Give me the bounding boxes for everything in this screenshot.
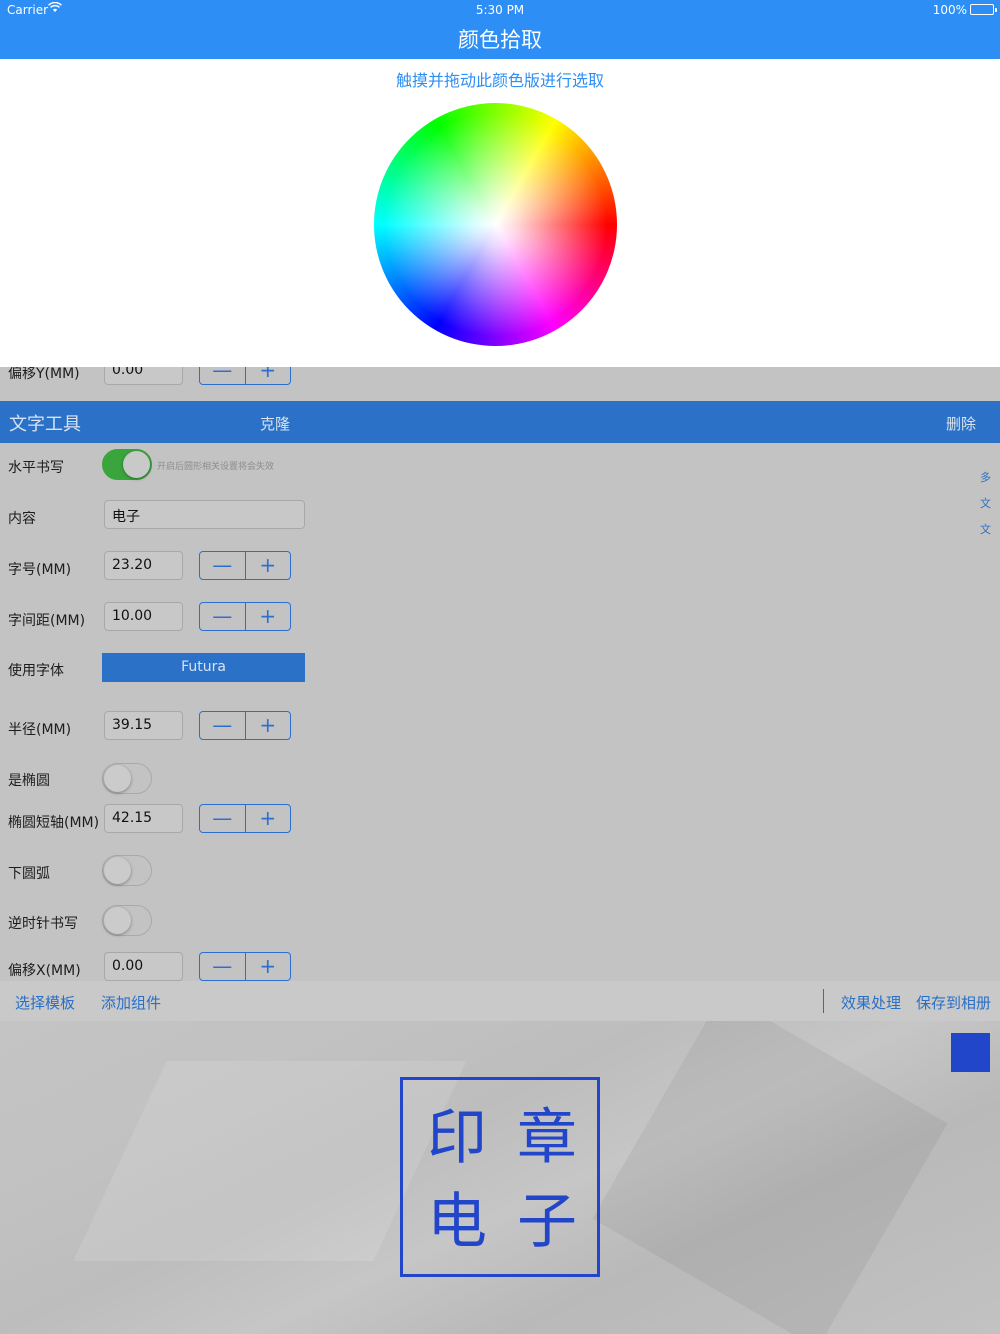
spacing-label: 字间距(MM) [8,613,86,629]
add-component-button[interactable]: 添加组件 [101,992,161,1013]
side-index-item[interactable]: 文 [980,521,991,537]
plus-button[interactable]: + [246,712,291,739]
bottom-toolbar: 选择模板 添加组件 效果处理 保存到相册 [0,981,1000,1021]
stamp-char: 章 [517,1103,577,1173]
font-size-stepper[interactable]: — + [199,551,291,580]
minus-button[interactable]: — [200,953,246,980]
lower-arc-toggle[interactable] [102,855,152,886]
short-axis-stepper[interactable]: — + [199,804,291,833]
stamp-char: 子 [517,1187,577,1257]
spacing-field[interactable]: 10.00 [104,602,183,631]
font-label: 使用字体 [8,663,64,679]
plus-button[interactable]: + [246,805,291,832]
font-select-button[interactable]: Futura [102,653,305,682]
text-tool-header: 文字工具 克隆 删除 [0,401,1000,443]
lower-arc-label: 下圆弧 [8,866,50,882]
plus-button[interactable]: + [246,603,291,630]
offset-x-field[interactable]: 0.00 [104,952,183,981]
status-time: 5:30 PM [475,3,525,17]
clone-button[interactable]: 克隆 [260,413,290,434]
minus-button[interactable]: — [200,712,246,739]
plus-button[interactable]: + [246,552,291,579]
ccw-toggle[interactable] [102,905,152,936]
content-label: 内容 [8,511,36,527]
stamp-preview[interactable]: 印 章 电 子 [400,1077,600,1277]
offset-x-label: 偏移X(MM) [8,963,81,979]
plus-button[interactable]: + [246,953,291,980]
current-color-swatch[interactable] [951,1033,990,1072]
horizontal-hint: 开启后圆形相关设置将会失效 [157,462,275,472]
battery-icon [970,4,997,15]
minus-button[interactable]: — [200,805,246,832]
choose-template-button[interactable]: 选择模板 [15,992,75,1013]
font-size-label: 字号(MM) [8,562,72,578]
color-wheel[interactable] [374,103,617,346]
side-index-item[interactable]: 文 [980,495,991,511]
offset-x-stepper[interactable]: — + [199,952,291,981]
save-album-button[interactable]: 保存到相册 [916,992,991,1013]
horizontal-toggle[interactable] [102,449,152,480]
ccw-label: 逆时针书写 [8,916,78,932]
stamp-char: 印 [427,1103,487,1173]
stamp-preview-area: 印 章 电 子 [0,1021,1000,1334]
radius-label: 半径(MM) [8,722,72,738]
radius-stepper[interactable]: — + [199,711,291,740]
picker-hint: 触摸并拖动此颜色版进行选取 [395,71,604,90]
navigation-bar: Carrier 5:30 PM 100% 颜色拾取 [0,0,1000,59]
content-field[interactable]: 电子 [104,500,305,529]
stamp-char: 电 [427,1187,487,1257]
short-axis-label: 椭圆短轴(MM) [8,815,100,831]
page-title: 颜色拾取 [458,28,542,52]
toolbar-divider [823,989,824,1013]
short-axis-field[interactable]: 42.15 [104,804,183,833]
effects-button[interactable]: 效果处理 [841,992,901,1013]
delete-button[interactable]: 删除 [946,413,976,434]
color-picker-panel: 触摸并拖动此颜色版进行选取 [0,59,1000,367]
spacing-stepper[interactable]: — + [199,602,291,631]
status-bar: Carrier 5:30 PM 100% [0,0,1000,20]
minus-button[interactable]: — [200,603,246,630]
battery-percent: 100% [932,3,967,17]
font-size-field[interactable]: 23.20 [104,551,183,580]
section-title: 文字工具 [9,414,81,435]
horizontal-label: 水平书写 [8,460,64,476]
minus-button[interactable]: — [200,552,246,579]
ellipse-label: 是椭圆 [8,773,50,789]
ellipse-toggle[interactable] [102,763,152,794]
radius-field[interactable]: 39.15 [104,711,183,740]
side-index-item[interactable]: 多 [980,469,991,485]
